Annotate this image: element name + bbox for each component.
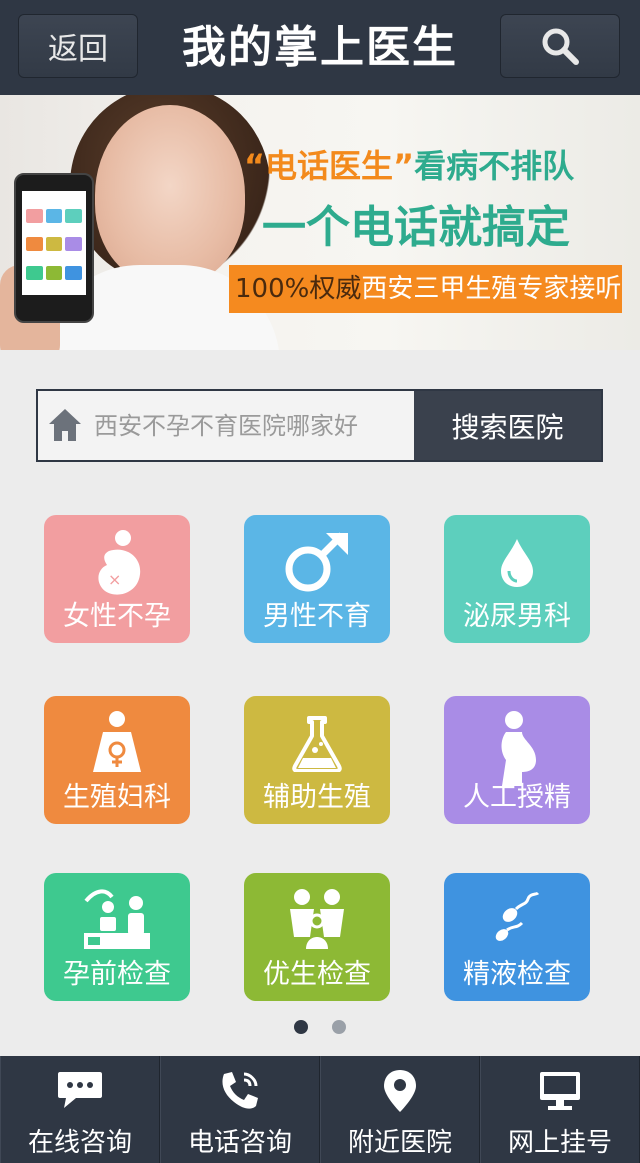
top-bar: 返回 我的掌上医生 <box>0 0 640 95</box>
woman-female-symbol-icon <box>93 711 141 772</box>
tile-label: 孕前检查 <box>63 959 171 990</box>
smartphone-image <box>14 173 94 323</box>
promo-banner[interactable]: “电话医生”看病不排队 一个电话就搞定 100%权威西安三甲生殖专家接听 <box>0 95 640 350</box>
nav-online-consult[interactable]: 在线咨询 <box>0 1056 160 1163</box>
male-symbol-icon <box>285 532 348 592</box>
banner-subheadline: 一个电话就搞定 <box>262 202 570 253</box>
banner-tag-rest: 西安三甲生殖专家接听 <box>361 274 622 304</box>
tile-semen-exam[interactable]: 精液检查 <box>444 873 590 1001</box>
tile-label: 女性不孕 <box>63 601 171 632</box>
tile-pre-pregnancy-exam[interactable]: 孕前检查 <box>44 873 190 1001</box>
doctor-photo <box>95 105 245 285</box>
page-title: 我的掌上医生 <box>182 22 458 73</box>
phone-icon <box>222 1072 258 1109</box>
tile-reproductive-gynecology[interactable]: 生殖妇科 <box>44 696 190 824</box>
banner-tag-percent: 100%权威 <box>235 274 362 304</box>
tile-male-infertility[interactable]: 男性不育 <box>244 515 390 643</box>
bottom-navigation: 在线咨询 电话咨询 附近医院 网上挂号 <box>0 1056 640 1163</box>
search-input[interactable] <box>94 391 414 460</box>
carousel-pager <box>294 1020 354 1034</box>
tile-artificial-insemination[interactable]: 人工授精 <box>444 696 590 824</box>
nav-label: 电话咨询 <box>187 1128 292 1158</box>
banner-phone-doctor: 电话医生 <box>265 147 394 185</box>
sperm-icon <box>495 891 540 941</box>
pager-dot[interactable] <box>332 1020 346 1034</box>
svg-text:×: × <box>108 570 121 589</box>
search-button[interactable] <box>500 14 620 78</box>
tile-female-infertility[interactable]: × 女性不孕 <box>44 515 190 643</box>
doctor-exam-icon <box>84 889 150 949</box>
nav-label: 网上挂号 <box>507 1128 612 1158</box>
banner-headline: “电话医生”看病不排队 <box>244 141 574 187</box>
back-button[interactable]: 返回 <box>18 14 138 78</box>
tile-label: 男性不育 <box>263 601 371 632</box>
tile-urology[interactable]: 泌尿男科 <box>444 515 590 643</box>
banner-quote-open: “ <box>244 147 266 185</box>
tile-assisted-reproduction[interactable]: 辅助生殖 <box>244 696 390 824</box>
nav-label: 在线咨询 <box>27 1128 132 1158</box>
pager-dot-active[interactable] <box>294 1020 308 1034</box>
nav-label: 附近医院 <box>347 1128 452 1158</box>
search-icon <box>542 28 579 65</box>
chat-bubble-icon <box>58 1072 102 1108</box>
tile-label: 泌尿男科 <box>463 601 571 632</box>
search-hospital-button[interactable]: 搜索医院 <box>414 391 601 460</box>
nav-online-registration[interactable]: 网上挂号 <box>480 1056 640 1163</box>
home-icon <box>49 409 81 441</box>
banner-quote-close: ” <box>393 147 415 185</box>
monitor-icon <box>540 1072 580 1110</box>
banner-no-queue: 看病不排队 <box>414 147 575 185</box>
nav-nearby-hospitals[interactable]: 附近医院 <box>320 1056 480 1163</box>
droplet-icon <box>501 539 533 587</box>
tile-label: 人工授精 <box>463 782 571 813</box>
tile-label: 优生检查 <box>263 959 371 990</box>
flask-icon <box>292 716 342 772</box>
pregnant-female-icon: × <box>98 530 141 595</box>
location-pin-icon <box>384 1070 416 1112</box>
tile-eugenic-exam[interactable]: 优生检查 <box>244 873 390 1001</box>
tile-label: 精液检查 <box>463 959 571 990</box>
banner-tagline: 100%权威西安三甲生殖专家接听 <box>229 265 622 313</box>
tile-label: 生殖妇科 <box>63 782 171 813</box>
nav-phone-consult[interactable]: 电话咨询 <box>160 1056 320 1163</box>
family-icon <box>290 889 344 949</box>
tile-label: 辅助生殖 <box>263 782 371 813</box>
hospital-search-bar: 搜索医院 <box>36 389 603 462</box>
